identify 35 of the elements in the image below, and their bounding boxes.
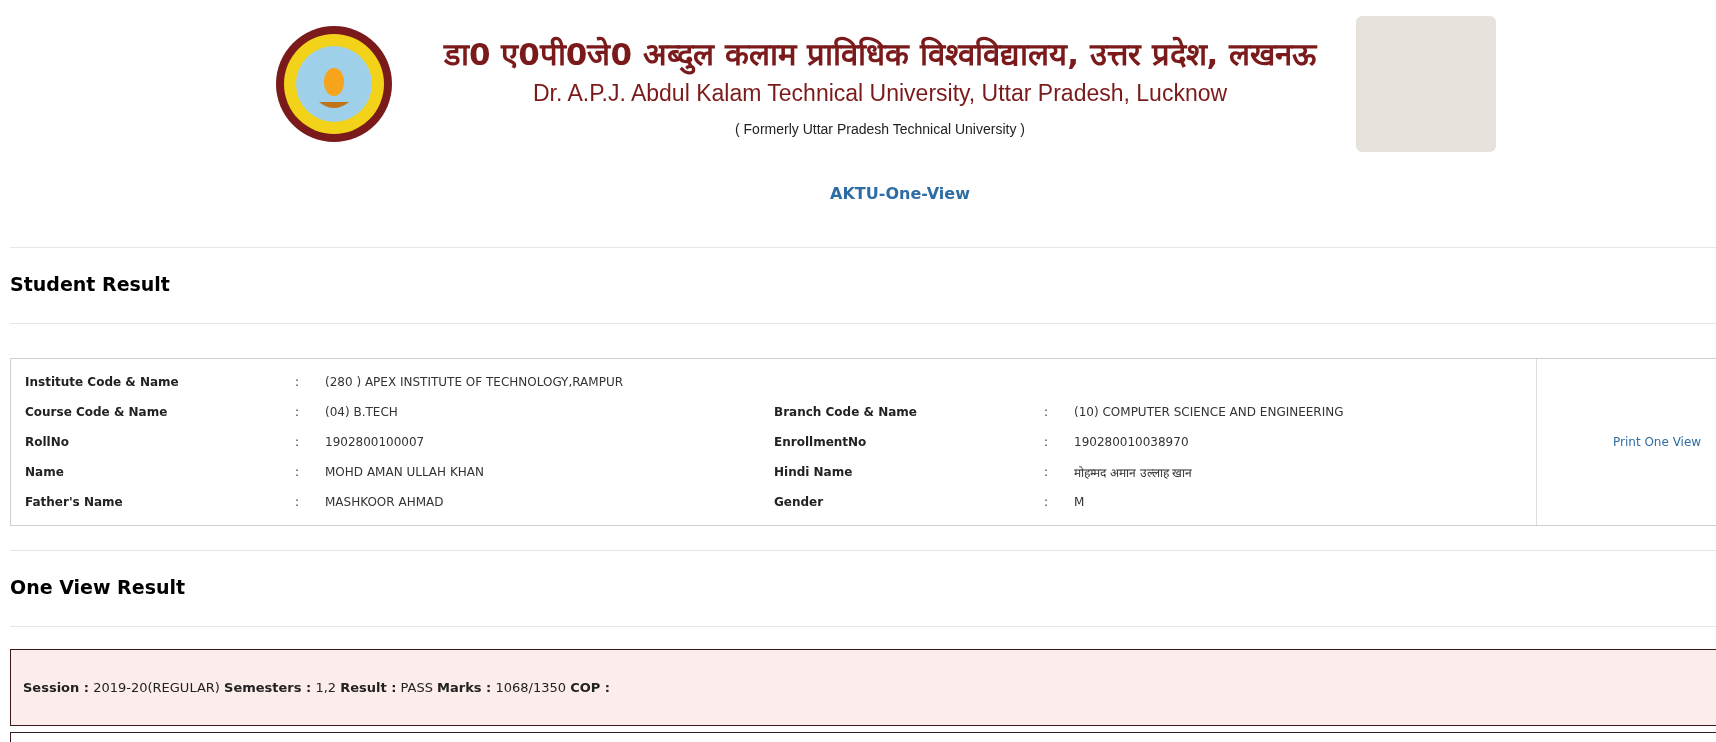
field-separator: : (295, 435, 301, 449)
field-label: Gender (774, 495, 825, 509)
field-value: (280 ) APEX INSTITUTE OF TECHNOLOGY,RAMPUR (325, 375, 625, 389)
field-label: Institute Code & Name (25, 375, 180, 389)
field-label: Hindi Name (774, 465, 854, 479)
field-value: 190280010038970 (1074, 435, 1190, 449)
field-separator: : (295, 375, 301, 389)
field-value: 1902800100007 (325, 435, 426, 449)
field-separator: : (1044, 495, 1050, 509)
session-summary: Session : 2019-20(REGULAR) Semesters : 1,2 Result : PASS Marks : 1068/1350 COP : (10, 649, 1716, 726)
field-separator: : (295, 405, 301, 419)
field-value: MOHD AMAN ULLAH KHAN (325, 465, 485, 479)
field-label: EnrollmentNo (774, 435, 868, 449)
section-heading: Student Result (10, 272, 171, 297)
section-heading: One View Result (10, 575, 187, 600)
university-name-english: Dr. A.P.J. Abdul Kalam Technical University, Uttar Pradesh, Lucknow (532, 79, 1228, 107)
field-value: MASHKOOR AHMAD (325, 495, 445, 509)
field-label: Name (25, 465, 65, 479)
field-separator: : (295, 465, 301, 479)
field-separator: : (1044, 435, 1050, 449)
university-name-hindi: डा0 ए0पी0जे0 अब्दुल कलाम प्राविधिक विश्वविद्यालय, उत्तर प्रदेश, लखनऊ (443, 31, 1317, 74)
field-value: (04) B.TECH (325, 405, 399, 419)
field-label: Branch Code & Name (774, 405, 918, 419)
field-separator: : (295, 495, 301, 509)
field-separator: : (1044, 405, 1050, 419)
field-label: Course Code & Name (25, 405, 169, 419)
print-one-view-link[interactable]: Print One View (1613, 435, 1702, 449)
field-label: Father's Name (25, 495, 124, 509)
university-former-name: ( Formerly Uttar Pradesh Technical University ) (735, 120, 1025, 137)
field-value: M (1074, 495, 1086, 509)
field-value: मोहम्मद अमान उल्लाह खान (1074, 464, 1194, 481)
app-title: AKTU-One-View (829, 184, 971, 203)
field-label: RollNo (25, 435, 70, 449)
field-separator: : (1044, 465, 1050, 479)
field-value: (10) COMPUTER SCIENCE AND ENGINEERING (1074, 405, 1345, 419)
